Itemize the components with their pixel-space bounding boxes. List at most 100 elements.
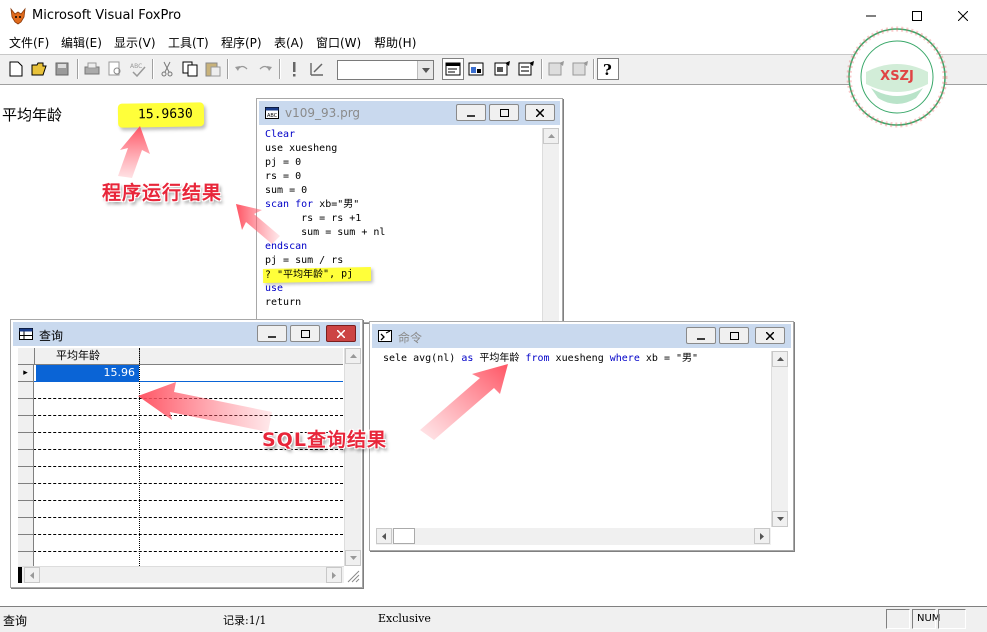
print-preview-button[interactable]: [104, 58, 126, 80]
spelling-button[interactable]: ABC: [127, 58, 149, 80]
print-button[interactable]: [81, 58, 103, 80]
chevron-left-icon: [30, 571, 34, 579]
new-button[interactable]: [5, 58, 27, 80]
table-row[interactable]: [18, 467, 343, 484]
command-window[interactable]: 命令 sele avg(nl) as 平均年龄 from xuesheng wh…: [369, 321, 794, 551]
command-input[interactable]: sele avg(nl) as 平均年龄 from xuesheng where…: [383, 352, 698, 366]
row-selector[interactable]: [18, 399, 34, 416]
command-close-button[interactable]: [755, 327, 785, 344]
table-row[interactable]: [18, 484, 343, 501]
command-window-button[interactable]: [442, 58, 464, 80]
menu-table[interactable]: 表(A): [274, 34, 304, 51]
copy-button[interactable]: [179, 58, 201, 80]
query-horizontal-scrollbar[interactable]: [18, 566, 344, 583]
query-window-titlebar[interactable]: 查询: [13, 322, 360, 346]
row-selector[interactable]: [18, 501, 34, 518]
grid-corner: [18, 348, 35, 365]
redo-button[interactable]: [254, 58, 276, 80]
query-result-window[interactable]: 查询 平均年龄 ▸ 15.96: [10, 319, 363, 588]
row-selector[interactable]: ▸: [18, 365, 34, 382]
table-row[interactable]: [18, 535, 343, 552]
scroll-left-button[interactable]: [24, 567, 40, 583]
dropdown-button[interactable]: [417, 61, 433, 79]
query-minimize-button[interactable]: [257, 325, 287, 342]
data-session-icon: [468, 62, 484, 76]
resize-grip-icon[interactable]: [346, 569, 360, 583]
program-minimize-button[interactable]: [456, 104, 486, 121]
menu-view[interactable]: 显示(V): [114, 34, 156, 51]
row-selector[interactable]: [18, 416, 34, 433]
query-maximize-button[interactable]: [290, 325, 320, 342]
scroll-right-button[interactable]: [754, 528, 770, 544]
scroll-up-button[interactable]: [543, 128, 559, 144]
run-button[interactable]: [283, 58, 305, 80]
program-window-title: v109_93.prg: [285, 106, 361, 120]
command-token: avg(nl): [413, 353, 456, 364]
program-editor-window[interactable]: ABC v109_93.prg Clear use xuesheng pj = 0 r…: [256, 98, 563, 323]
chevron-up-icon: [349, 354, 357, 358]
scroll-left-button[interactable]: [376, 528, 392, 544]
table-row[interactable]: [18, 552, 343, 566]
row-selector[interactable]: [18, 433, 34, 450]
table-row[interactable]: [18, 382, 343, 399]
table-row[interactable]: [18, 399, 343, 416]
menu-file[interactable]: 文件(F): [9, 34, 49, 51]
scroll-thumb[interactable]: [393, 528, 415, 544]
scroll-up-button[interactable]: [772, 351, 788, 367]
paste-icon: [205, 62, 221, 77]
menu-edit[interactable]: 编辑(E): [61, 34, 102, 51]
scroll-down-button[interactable]: [345, 550, 361, 566]
table-row[interactable]: [18, 501, 343, 518]
command-minimize-button[interactable]: [686, 327, 716, 344]
row-selector[interactable]: [18, 484, 34, 501]
grid-column-header[interactable]: 平均年龄: [35, 348, 140, 365]
database-combo[interactable]: [337, 60, 434, 80]
row-selector[interactable]: [18, 467, 34, 484]
grid-empty-header: [140, 348, 343, 365]
form-wizard-button[interactable]: [491, 58, 513, 80]
row-selector[interactable]: [18, 382, 34, 399]
query-vertical-scrollbar[interactable]: [344, 348, 361, 566]
table-row[interactable]: [18, 450, 343, 467]
menu-tools[interactable]: 工具(T): [168, 34, 209, 51]
scroll-up-button[interactable]: [345, 348, 361, 364]
undo-button[interactable]: [231, 58, 253, 80]
command-window-titlebar[interactable]: 命令: [372, 324, 791, 348]
command-horizontal-scrollbar[interactable]: [376, 528, 771, 545]
row-selector[interactable]: [18, 450, 34, 467]
grid-cell[interactable]: 15.96: [36, 365, 139, 381]
toolbar-separator: [279, 59, 281, 79]
spell-check-icon: ABC: [130, 63, 146, 77]
save-button[interactable]: [51, 58, 73, 80]
command-vertical-scrollbar[interactable]: [771, 351, 788, 527]
cut-button[interactable]: [156, 58, 178, 80]
table-row[interactable]: [18, 518, 343, 535]
table-row[interactable]: ▸ 15.96: [18, 365, 343, 382]
program-maximize-button[interactable]: [489, 104, 519, 121]
menu-help[interactable]: 帮助(H): [374, 34, 416, 51]
program-scrollbar[interactable]: [542, 128, 559, 321]
autoreport-button[interactable]: [569, 58, 591, 80]
command-token: where: [609, 353, 640, 364]
query-close-button[interactable]: [326, 325, 356, 342]
row-selector[interactable]: [18, 552, 34, 566]
row-selector[interactable]: [18, 518, 34, 535]
scroll-right-button[interactable]: [326, 567, 342, 583]
menu-program[interactable]: 程序(P): [221, 34, 262, 51]
result-grid[interactable]: 平均年龄 ▸ 15.96: [18, 348, 343, 566]
report-wizard-button[interactable]: [515, 58, 537, 80]
row-selector[interactable]: [18, 535, 34, 552]
program-code[interactable]: Clear use xuesheng pj = 0 rs = 0 sum = 0 scan…: [262, 128, 540, 310]
paste-button[interactable]: [202, 58, 224, 80]
split-bar[interactable]: [18, 567, 22, 583]
menu-window[interactable]: 窗口(W): [316, 34, 361, 51]
autoform-button[interactable]: [545, 58, 567, 80]
scroll-down-button[interactable]: [772, 511, 788, 527]
program-close-button[interactable]: [525, 104, 555, 121]
view-window-button[interactable]: [465, 58, 487, 80]
open-button[interactable]: [28, 58, 50, 80]
modify-form-button[interactable]: [306, 58, 328, 80]
command-maximize-button[interactable]: [719, 327, 749, 344]
help-button[interactable]: ?: [597, 58, 619, 80]
program-window-titlebar[interactable]: ABC v109_93.prg: [259, 101, 560, 125]
